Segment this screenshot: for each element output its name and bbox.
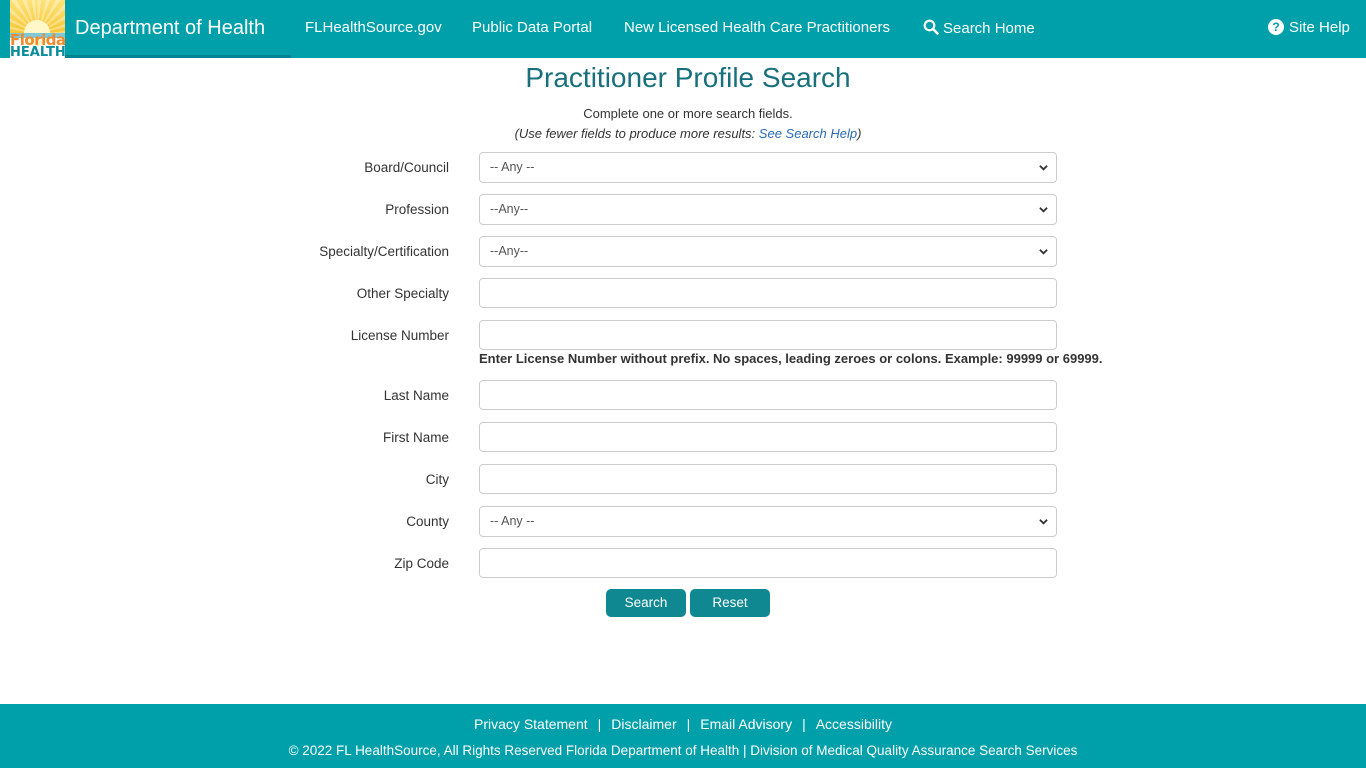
footer-separator: | — [686, 716, 691, 732]
site-header: Florida HEALTH Department of Health FLHe… — [0, 0, 1366, 60]
first-name-label: First Name — [382, 430, 449, 445]
city-label: City — [425, 472, 449, 487]
zip-code-input[interactable] — [479, 548, 1057, 578]
first-name-input[interactable] — [479, 422, 1057, 452]
search-hint: (Use fewer fields to produce more result… — [0, 126, 1366, 141]
site-help-label: Site Help — [1289, 19, 1350, 36]
search-icon — [923, 19, 939, 39]
last-name-label: Last Name — [383, 388, 449, 403]
county-value: -- Any -- — [490, 514, 535, 528]
other-specialty-input[interactable] — [479, 278, 1057, 308]
search-help-link[interactable]: See Search Help — [759, 126, 857, 141]
board-council-select[interactable]: -- Any -- — [479, 152, 1057, 183]
nav-public-data-portal[interactable]: Public Data Portal — [472, 19, 592, 36]
site-help-link[interactable]: ? Site Help — [1268, 19, 1350, 36]
nav-search-home[interactable]: Search Home — [923, 19, 1035, 39]
chevron-down-icon — [1039, 207, 1048, 213]
footer-links: Privacy Statement | Disclaimer | Email Advis… — [0, 716, 1366, 732]
chevron-down-icon — [1039, 519, 1048, 525]
footer-link-privacy[interactable]: Privacy Statement — [474, 716, 588, 732]
county-select[interactable]: -- Any -- — [479, 506, 1057, 537]
city-input[interactable] — [479, 464, 1057, 494]
specialty-certification-value: --Any-- — [490, 244, 529, 258]
specialty-certification-label: Specialty/Certification — [319, 244, 449, 259]
chevron-down-icon — [1039, 165, 1048, 171]
page-title: Practitioner Profile Search — [525, 62, 851, 93]
department-underline — [65, 55, 291, 58]
department-title[interactable]: Department of Health — [75, 17, 265, 40]
footer-separator: | — [597, 716, 602, 732]
license-number-input[interactable] — [479, 320, 1057, 350]
chevron-down-icon — [1039, 249, 1048, 255]
profession-label: Profession — [385, 202, 449, 217]
zip-code-label: Zip Code — [394, 556, 449, 571]
footer-separator: | — [802, 716, 806, 732]
reset-button[interactable]: Reset — [690, 589, 770, 617]
nav-new-licensed-practitioners[interactable]: New Licensed Health Care Practitioners — [624, 19, 890, 36]
florida-health-logo[interactable]: Florida HEALTH — [10, 0, 65, 60]
nav-flhealthsource[interactable]: FLHealthSource.gov — [305, 19, 442, 36]
county-label: County — [406, 514, 449, 529]
hint-suffix: ) — [857, 126, 862, 141]
question-circle-icon: ? — [1268, 19, 1284, 35]
hint-prefix: (Use fewer fields to produce more result… — [514, 126, 759, 141]
search-button[interactable]: Search — [606, 589, 686, 617]
last-name-input[interactable] — [479, 380, 1057, 410]
instructions-text: Complete one or more search fields. — [583, 106, 793, 121]
footer-link-accessibility[interactable]: Accessibility — [816, 716, 892, 732]
logo-health-text: HEALTH — [10, 45, 65, 60]
copyright-text: © 2022 FL HealthSource, All Rights Reser… — [288, 743, 1078, 758]
license-number-label: License Number — [350, 328, 449, 343]
license-number-note: Enter License Number without prefix. No … — [479, 351, 1103, 366]
footer-link-disclaimer[interactable]: Disclaimer — [611, 716, 676, 732]
site-footer: Privacy Statement | Disclaimer | Email Advis… — [0, 704, 1366, 768]
board-council-value: -- Any -- — [490, 160, 535, 174]
other-specialty-label: Other Specialty — [356, 286, 449, 301]
footer-link-email-advisory[interactable]: Email Advisory — [700, 716, 792, 732]
profession-select[interactable]: --Any-- — [479, 194, 1057, 225]
nav-search-home-label: Search Home — [943, 20, 1035, 37]
profession-value: --Any-- — [490, 202, 529, 216]
specialty-certification-select[interactable]: --Any-- — [479, 236, 1057, 267]
board-council-label: Board/Council — [364, 160, 449, 175]
